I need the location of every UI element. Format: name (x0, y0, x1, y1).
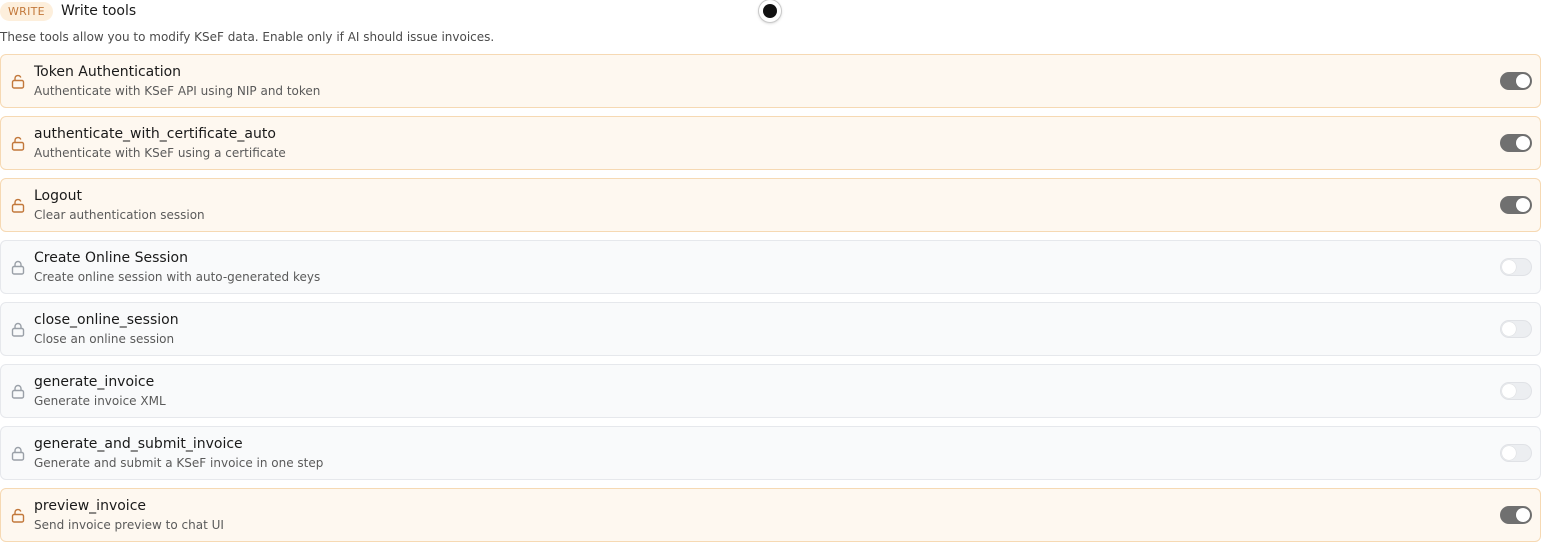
tool-title: preview_invoice (34, 498, 146, 514)
toggle-knob (1516, 508, 1530, 522)
tool-toggle[interactable] (1500, 444, 1532, 462)
tool-toggle[interactable] (1500, 258, 1532, 276)
tool-row: authenticate_with_certificate_auto Authen… (0, 116, 1541, 170)
section-title: Write tools (60, 3, 137, 19)
tool-title: close_online_session (34, 312, 179, 328)
toggle-knob (1516, 136, 1530, 150)
toggle-knob (1516, 74, 1530, 88)
tool-subtitle: Generate and submit a KSeF invoice in on… (34, 456, 324, 470)
tool-title: Token Authentication (34, 64, 182, 80)
tool-title: generate_and_submit_invoice (34, 436, 243, 452)
tool-subtitle: Send invoice preview to chat UI (34, 518, 224, 532)
write-badge: WRITE (0, 1, 53, 21)
unlock-icon (11, 198, 25, 213)
tool-title: authenticate_with_certificate_auto (34, 126, 276, 142)
tool-subtitle: Close an online session (34, 332, 175, 346)
tool-subtitle: Authenticate with KSeF using a certifica… (34, 146, 286, 160)
tool-toggle[interactable] (1500, 382, 1532, 400)
section-header: WRITE Write tools (0, 0, 136, 22)
tool-subtitle: Clear authentication session (34, 208, 205, 222)
tool-toggle[interactable] (1500, 320, 1532, 338)
tool-row: Logout Clear authentication session (0, 178, 1541, 232)
tool-list: Token Authentication Authenticate with KS… (0, 54, 1541, 542)
write-tools-panel: WRITE Write tools These tools allow you … (0, 0, 1542, 542)
tool-toggle[interactable] (1500, 134, 1532, 152)
tool-subtitle: Authenticate with KSeF API using NIP and… (34, 84, 321, 98)
tool-row: generate_and_submit_invoice Generate and … (0, 426, 1541, 480)
tool-row: preview_invoice Send invoice preview to c… (0, 488, 1541, 542)
tool-subtitle: Create online session with auto-generate… (34, 270, 321, 284)
toggle-knob (1502, 384, 1516, 398)
tool-title: Logout (34, 188, 82, 204)
cursor-indicator (759, 0, 781, 22)
unlock-icon (11, 136, 25, 151)
tool-toggle[interactable] (1500, 506, 1532, 524)
tool-row: Create Online Session Create online sessi… (0, 240, 1541, 294)
lock-icon (11, 384, 25, 399)
toggle-knob (1502, 260, 1516, 274)
lock-icon (11, 446, 25, 461)
toggle-knob (1502, 322, 1516, 336)
tool-title: generate_invoice (34, 374, 155, 390)
tool-toggle[interactable] (1500, 196, 1532, 214)
lock-icon (11, 322, 25, 337)
toggle-knob (1502, 446, 1516, 460)
tool-title: Create Online Session (34, 250, 188, 266)
tool-row: Token Authentication Authenticate with KS… (0, 54, 1541, 108)
tool-row: generate_invoice Generate invoice XML (0, 364, 1541, 418)
lock-icon (11, 260, 25, 275)
tool-toggle[interactable] (1500, 72, 1532, 90)
unlock-icon (11, 508, 25, 523)
tool-subtitle: Generate invoice XML (34, 394, 166, 408)
unlock-icon (11, 74, 25, 89)
section-description: These tools allow you to modify KSeF dat… (0, 30, 495, 44)
toggle-knob (1516, 198, 1530, 212)
tool-row: close_online_session Close an online sess… (0, 302, 1541, 356)
